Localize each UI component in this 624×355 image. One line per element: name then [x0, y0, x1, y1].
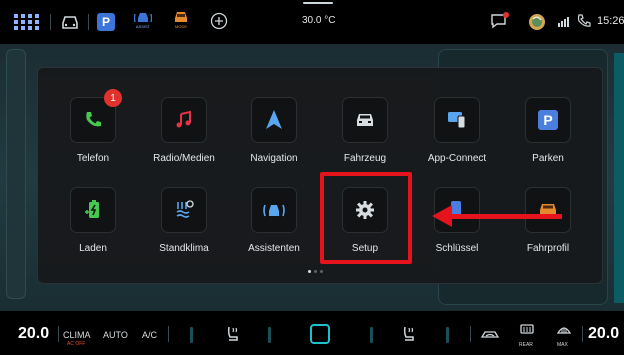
seat-heat-right-icon[interactable] — [400, 325, 418, 348]
separator — [168, 326, 169, 342]
navigation-arrow-icon — [251, 97, 297, 143]
mode-icon[interactable]: MODE — [172, 10, 190, 29]
separator — [58, 326, 59, 342]
home-button[interactable] — [310, 324, 330, 344]
separator — [470, 326, 471, 342]
car-icon[interactable] — [60, 14, 80, 30]
separator — [582, 326, 583, 342]
app-laden[interactable]: Laden — [48, 187, 138, 254]
rear-defrost-icon[interactable] — [519, 323, 535, 342]
app-label: App-Connect — [427, 153, 487, 164]
message-icon[interactable] — [490, 12, 510, 30]
drag-handle[interactable] — [303, 2, 333, 4]
clock: 15:26 — [597, 15, 624, 27]
climate-icon — [161, 187, 207, 233]
climate-bar: 20.0 CLIMA AC OFF AUTO A/C REAR MAX 20.0 — [0, 310, 624, 355]
app-connect-icon — [434, 97, 480, 143]
app-label: Parken — [532, 153, 564, 164]
separator — [50, 14, 51, 30]
charging-icon — [70, 187, 116, 233]
app-standklima[interactable]: Standklima — [139, 187, 229, 254]
phone-icon[interactable] — [576, 13, 592, 29]
app-label: Laden — [79, 243, 107, 254]
recirculation-icon[interactable] — [480, 328, 500, 346]
page-dot — [320, 270, 323, 273]
page-dot — [314, 270, 317, 273]
seat-level-segment[interactable] — [370, 327, 373, 343]
app-telefon[interactable]: 1 Telefon — [48, 89, 138, 164]
app-fahrzeug[interactable]: Fahrzeug — [320, 97, 410, 164]
apps-grid-icon[interactable] — [14, 14, 40, 30]
app-fahrprofil[interactable]: Fahrprofil — [503, 187, 593, 254]
app-label: Navigation — [250, 153, 298, 164]
ac-button[interactable]: A/C — [142, 330, 157, 340]
auto-button[interactable]: AUTO — [103, 330, 128, 340]
seat-level-segment[interactable] — [268, 327, 271, 343]
phone-icon: 1 — [70, 89, 122, 143]
music-note-icon — [161, 97, 207, 143]
assist-icon[interactable]: ASSIST — [134, 10, 152, 29]
separator — [88, 14, 89, 30]
parking-icon: P — [525, 97, 571, 143]
car-front-icon — [342, 97, 388, 143]
add-icon[interactable] — [210, 12, 228, 30]
signal-icon — [557, 14, 573, 28]
app-label: Assistenten — [248, 243, 300, 254]
setup-highlight-box — [320, 172, 412, 264]
rear-label: REAR — [519, 342, 533, 348]
app-schluessel[interactable]: Schlüssel — [412, 187, 502, 254]
max-label: MAX — [557, 342, 568, 348]
annotation-arrow-head — [432, 205, 452, 227]
app-parken[interactable]: P Parken — [503, 97, 593, 164]
driver-temperature[interactable]: 20.0 — [18, 325, 49, 343]
clima-button[interactable]: CLIMA — [63, 330, 91, 340]
status-bar: P ASSIST MODE 30.0 °C 15:26 — [0, 0, 624, 45]
app-navigation[interactable]: Navigation — [229, 97, 319, 164]
drive-profile-icon — [525, 187, 571, 233]
notification-badge: 1 — [104, 89, 122, 107]
parking-icon[interactable]: P — [97, 13, 115, 31]
app-radio-medien[interactable]: Radio/Medien — [139, 97, 229, 164]
background-panel — [6, 49, 26, 299]
app-label: Fahrzeug — [343, 153, 387, 164]
app-label: Schlüssel — [435, 243, 479, 254]
app-label: Fahrprofil — [526, 243, 570, 254]
fan-level-segment[interactable] — [446, 327, 449, 343]
max-defrost-icon[interactable] — [556, 323, 572, 342]
page-indicator[interactable] — [308, 270, 323, 273]
background-edge — [614, 53, 624, 303]
page-dot-active — [308, 270, 311, 273]
app-label: Radio/Medien — [153, 153, 215, 164]
app-label: Standklima — [159, 243, 209, 254]
app-assistenten[interactable]: Assistenten — [229, 187, 319, 254]
outside-temperature: 30.0 °C — [302, 15, 336, 26]
fan-level-segment[interactable] — [190, 327, 193, 343]
seat-heat-left-icon[interactable] — [224, 325, 242, 348]
app-app-connect[interactable]: App-Connect — [412, 97, 502, 164]
annotation-arrow-shaft — [446, 214, 562, 219]
assist-icon — [251, 187, 297, 233]
app-label: Telefon — [76, 153, 110, 164]
passenger-temperature[interactable]: 20.0 — [588, 325, 619, 343]
user-icon[interactable] — [528, 13, 546, 31]
clima-status: AC OFF — [67, 341, 86, 347]
